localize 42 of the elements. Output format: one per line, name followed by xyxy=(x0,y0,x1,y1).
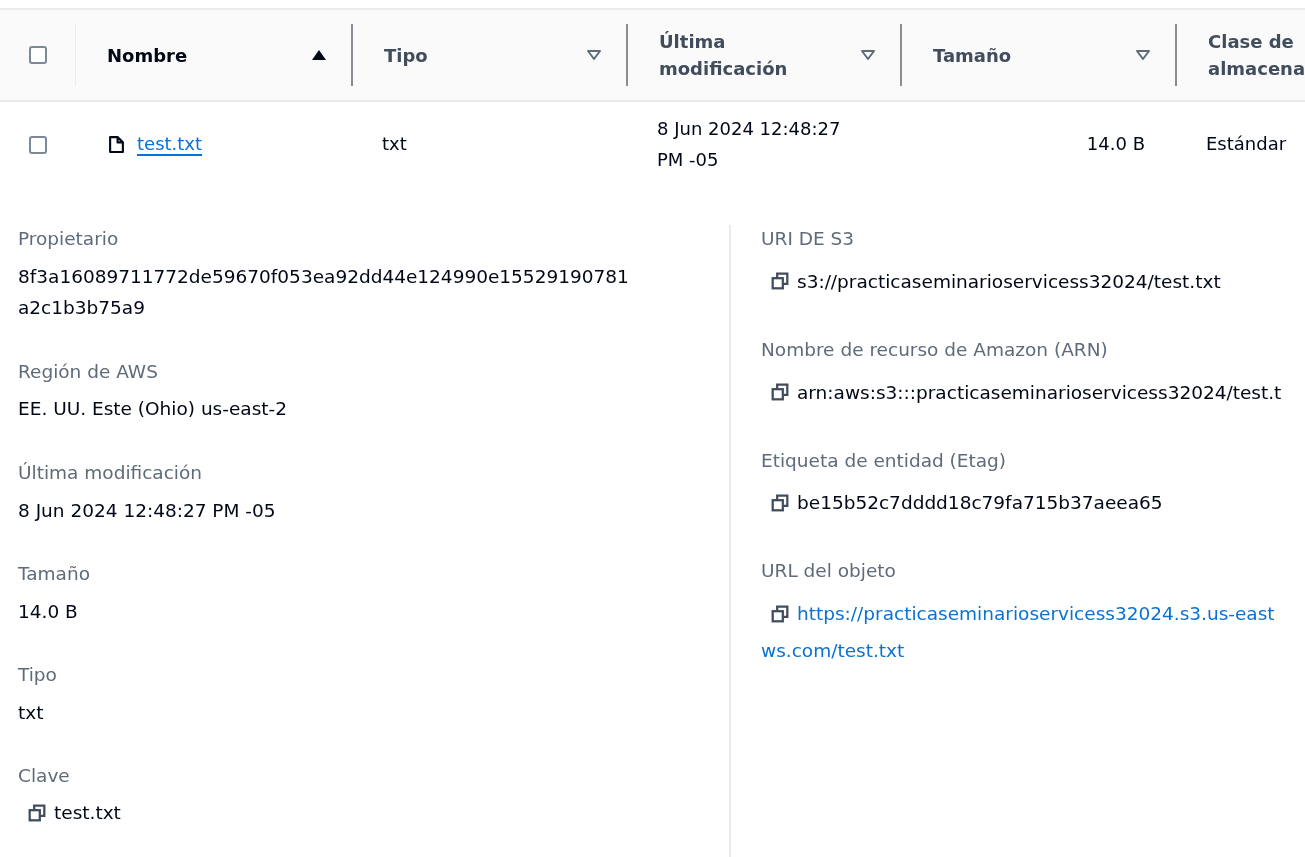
column-header[interactable]: Tamaño xyxy=(933,41,1127,69)
copy-icon[interactable] xyxy=(771,493,789,512)
select-all-checkbox[interactable] xyxy=(28,46,47,64)
column-header[interactable]: Tipo xyxy=(384,41,578,69)
column-header[interactable]: Nombre xyxy=(107,41,303,69)
object-url-link[interactable]: https://practicaseminarioservicess32024.s3.us-east xyxy=(797,603,1275,624)
table-cell-text: Estándar xyxy=(1205,132,1288,157)
field-label: Última modificación xyxy=(18,460,204,485)
sort-icon[interactable] xyxy=(586,47,602,63)
sort-icon[interactable] xyxy=(1135,47,1151,63)
field-label: Región de AWS xyxy=(18,359,159,384)
field-value: arn:aws:s3:::practicaseminarioservicess32024/test.t xyxy=(797,381,1282,403)
column-header[interactable]: Última modificación xyxy=(659,28,852,82)
copy-icon[interactable] xyxy=(771,272,789,291)
field-label: Tipo xyxy=(18,663,58,688)
table-cell-text: 8 Jun 2024 12:48:27 PM -05 xyxy=(656,116,842,172)
column-header[interactable]: Clase de almacena xyxy=(1208,28,1305,82)
copy-icon[interactable] xyxy=(771,383,789,401)
field-label: URI DE S3 xyxy=(761,227,856,251)
field-value: EE. UU. Este (Ohio) us-east-2 xyxy=(18,397,288,422)
field-value: txt xyxy=(18,700,45,725)
field-label: Etiqueta de entidad (Etag) xyxy=(761,448,1008,473)
object-url-link[interactable]: ws.com/test.txt xyxy=(761,640,905,661)
field-label: Nombre de recurso de Amazon (ARN) xyxy=(761,337,1109,362)
field-value: 8 Jun 2024 12:48:27 PM -05 xyxy=(18,498,277,523)
field-value: test.txt xyxy=(54,802,121,824)
row-checkbox[interactable] xyxy=(28,135,47,154)
field-label: Propietario xyxy=(18,227,120,251)
table-cell-text: txt xyxy=(381,132,408,157)
copy-icon[interactable] xyxy=(28,803,46,822)
copy-icon[interactable] xyxy=(771,604,789,623)
field-label: Tamaño xyxy=(18,562,91,586)
file-link[interactable]: test.txt xyxy=(137,133,203,156)
field-label: Clave xyxy=(18,764,71,789)
field-value: s3://practicaseminarioservicess32024/test.txt xyxy=(797,270,1221,292)
field-value: 8f3a16089711772de59670f053ea92dd44e124990e15529190781a2c1b3b75a9 xyxy=(18,264,630,321)
field-value: be15b52c7dddd18c79fa715b37aeea65 xyxy=(797,492,1163,514)
field-label: URL del objeto xyxy=(761,559,897,584)
file-icon xyxy=(108,135,125,154)
sort-icon[interactable] xyxy=(860,47,876,63)
field-value: 14.0 B xyxy=(18,599,79,624)
table-cell-text: 14.0 B xyxy=(1085,132,1146,157)
